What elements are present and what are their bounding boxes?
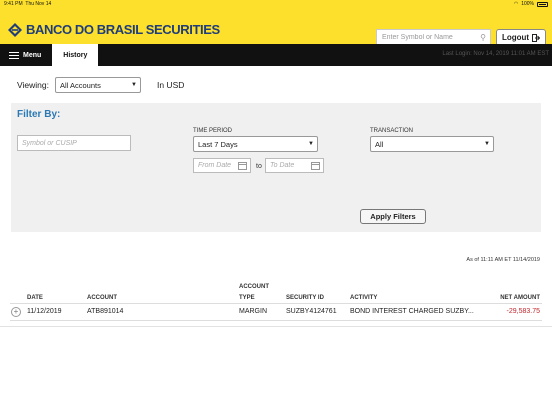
search-input[interactable]: [377, 34, 476, 41]
wifi-icon: ◠: [513, 1, 519, 7]
time-period-select[interactable]: Last 7 Days ▼: [193, 136, 318, 152]
header-divider: [10, 303, 542, 304]
filter-panel: Filter By: Symbol or CUSIP TIME PERIOD L…: [11, 103, 541, 232]
search-icon[interactable]: ⚲: [476, 33, 490, 42]
row-activity: BOND INTEREST CHARGED SUZBY...: [350, 308, 474, 315]
row-divider: [10, 320, 542, 321]
col-activity[interactable]: ACTIVITY: [350, 293, 377, 303]
last-login-text: Last Login: Nov 14, 2019 11:01 AM EST: [442, 51, 549, 57]
from-date-placeholder: From Date: [198, 162, 232, 169]
symbol-cusip-input[interactable]: Symbol or CUSIP: [17, 135, 131, 151]
filter-title: Filter By:: [17, 109, 61, 120]
currency-label: In USD: [156, 80, 185, 90]
row-security-id: SUZBY4124761: [286, 308, 337, 315]
tab-history[interactable]: History: [52, 44, 99, 66]
calendar-icon[interactable]: [238, 161, 247, 170]
status-bar: 9:41 PM Thu Nov 14 ◠ 100%: [0, 0, 552, 9]
expand-plus-icon[interactable]: +: [11, 307, 21, 317]
transaction-value: All: [375, 139, 384, 149]
viewing-label: Viewing:: [17, 80, 49, 90]
chevron-down-icon: ▼: [484, 141, 490, 147]
time-period-value: Last 7 Days: [198, 139, 238, 149]
transaction-label: TRANSACTION: [370, 128, 414, 134]
row-account: ATB891014: [87, 308, 124, 315]
to-date-placeholder: To Date: [270, 162, 295, 169]
brand-logo-icon: [8, 22, 22, 37]
logout-label: Logout: [501, 33, 530, 42]
col-net-amount[interactable]: NET AMOUNT: [500, 293, 540, 303]
logout-icon: [532, 33, 541, 42]
section-divider: [0, 326, 552, 327]
app-header: BANCO DO BRASIL SECURITIES ⚲ Logout: [0, 9, 552, 46]
nav-bar: Menu History Last Login: Nov 14, 2019 11…: [0, 44, 552, 66]
account-select[interactable]: All Accounts ▼: [54, 77, 141, 93]
to-label: to: [256, 163, 262, 170]
menu-label: Menu: [23, 51, 42, 59]
viewing-row: Viewing: All Accounts ▼ In USD: [17, 77, 184, 93]
brand-name: BANCO DO BRASIL SECURITIES: [26, 22, 220, 37]
status-time-date: 9:41 PM Thu Nov 14: [4, 1, 52, 7]
menu-button[interactable]: Menu: [0, 44, 50, 66]
col-security-id[interactable]: SECURITY ID: [286, 293, 324, 303]
to-date-input[interactable]: To Date: [265, 158, 324, 173]
row-net-amount: -29,583.75: [506, 308, 540, 315]
col-account-type-line1: ACCOUNT: [239, 284, 269, 290]
col-account-type[interactable]: TYPE: [239, 293, 255, 303]
col-account[interactable]: ACCOUNT: [87, 293, 117, 303]
as-of-timestamp: As of 11:11 AM ET 11/14/2019: [466, 257, 540, 263]
status-right: ◠ 100%: [514, 0, 548, 9]
calendar-icon[interactable]: [311, 161, 320, 170]
hamburger-icon: [9, 51, 19, 59]
battery-icon: [537, 2, 548, 7]
chevron-down-icon: ▼: [131, 82, 137, 88]
chevron-down-icon: ▼: [308, 141, 314, 147]
battery-percent: 100%: [521, 1, 534, 7]
apply-filters-button[interactable]: Apply Filters: [360, 209, 426, 224]
brand-logo[interactable]: BANCO DO BRASIL SECURITIES: [8, 22, 220, 37]
time-period-label: TIME PERIOD: [193, 128, 233, 134]
row-date: 11/12/2019: [27, 308, 62, 315]
row-account-type: MARGIN: [239, 308, 267, 315]
from-date-input[interactable]: From Date: [193, 158, 251, 173]
col-date[interactable]: DATE: [27, 293, 43, 303]
account-select-value: All Accounts: [59, 80, 101, 90]
transaction-select[interactable]: All ▼: [370, 136, 494, 152]
